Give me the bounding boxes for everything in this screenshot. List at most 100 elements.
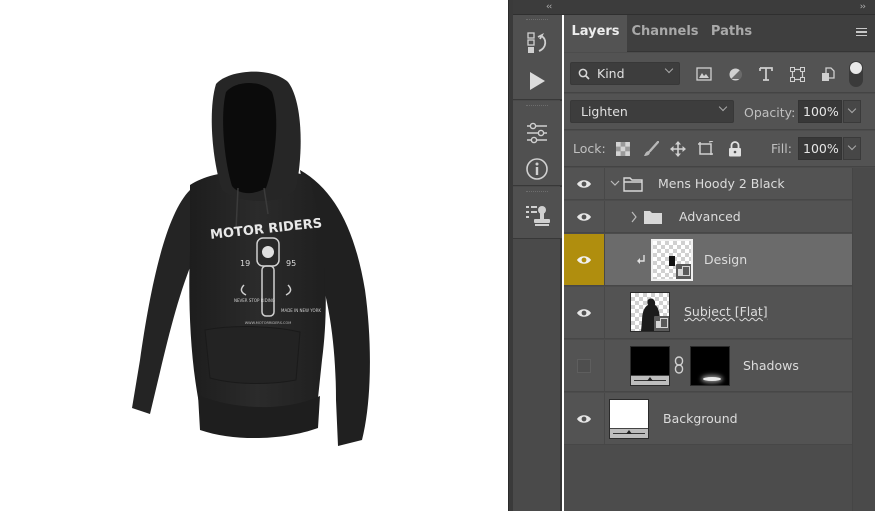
fill-dropdown-button[interactable] — [843, 137, 861, 160]
folder-open-icon — [623, 177, 643, 192]
filter-toggle-switch[interactable] — [849, 61, 863, 87]
opacity-label: Opacity: — [744, 105, 796, 120]
panel-tabs: Layers Channels Paths — [564, 15, 875, 52]
design-mini-preview — [669, 256, 675, 266]
document-canvas[interactable]: MOTOR RIDERS 19 95 NEVER STOP RIDING MAD… — [0, 0, 508, 511]
layer-row-shadows[interactable]: Shadows — [564, 340, 852, 392]
lock-artboard-button[interactable] — [697, 140, 715, 158]
history-icon — [527, 32, 547, 53]
grip-handle[interactable] — [526, 19, 548, 21]
tab-layers[interactable]: Layers — [564, 15, 627, 52]
filter-type-layers-button[interactable] — [757, 65, 775, 83]
clone-source-button[interactable] — [522, 201, 552, 229]
visibility-toggle[interactable] — [564, 168, 605, 199]
eye-icon — [577, 255, 591, 264]
artboard-crop-icon — [698, 141, 714, 155]
move-arrows-icon — [670, 141, 686, 157]
panel-header-bar: ‹‹ ›› — [513, 0, 875, 15]
opacity-input[interactable]: 100% — [798, 100, 842, 123]
eye-icon — [577, 308, 591, 317]
padlock-icon — [729, 141, 741, 157]
layer-name: Design — [704, 252, 748, 267]
print-year-left: 19 — [240, 259, 250, 268]
filter-adjustment-layers-button[interactable] — [726, 65, 744, 83]
adjustment-filter-icon — [729, 68, 742, 80]
filter-pixel-layers-button[interactable] — [695, 65, 713, 83]
fill-label: Fill: — [771, 141, 792, 156]
blend-mode-select[interactable]: Lighten — [570, 100, 734, 123]
opacity-dropdown-button[interactable] — [843, 100, 861, 123]
actions-button[interactable] — [522, 67, 552, 95]
filter-smart-objects-button[interactable] — [819, 65, 837, 83]
link-chain-icon[interactable] — [674, 356, 684, 374]
layer-name: Mens Hoody 2 Black — [658, 176, 785, 191]
chevron-down-icon — [718, 102, 728, 112]
adjustments-sliders-icon — [527, 122, 547, 144]
layer-row-design[interactable]: Design — [564, 234, 852, 286]
image-filter-icon — [696, 67, 712, 81]
layers-panel: Layers Channels Paths Kind Lighten Opaci… — [564, 15, 875, 511]
layer-row-background[interactable]: Background — [564, 393, 852, 445]
smart-object-badge-icon — [654, 316, 669, 331]
eye-icon — [577, 414, 591, 423]
checkerboard-icon — [616, 142, 630, 156]
collapse-left-button[interactable]: ‹‹ — [546, 0, 552, 15]
filter-kind-select[interactable]: Kind — [570, 62, 680, 85]
layer-row-mens-hoody-group[interactable]: Mens Hoody 2 Black — [564, 168, 852, 200]
layer-row-advanced-group[interactable]: Advanced — [564, 201, 852, 233]
visibility-toggle[interactable] — [564, 201, 605, 232]
dock-group-3 — [513, 187, 562, 239]
layer-name: Advanced — [679, 209, 741, 224]
chevron-down-icon[interactable] — [610, 179, 620, 187]
layer-name: Shadows — [743, 358, 799, 373]
lock-image-pixels-button[interactable] — [642, 140, 660, 158]
smart-object-filter-icon — [822, 66, 835, 81]
chevron-right-icon[interactable] — [630, 211, 638, 223]
adjustments-button[interactable] — [522, 119, 552, 147]
visibility-toggle[interactable] — [564, 287, 605, 338]
layer-thumbnail — [609, 399, 649, 439]
layer-thumbnail — [630, 292, 670, 332]
panel-dock-strip — [513, 15, 562, 511]
dock-group-2 — [513, 101, 562, 186]
fill-thumb-bar — [631, 375, 669, 385]
visibility-toggle[interactable] — [564, 393, 605, 444]
layer-thumbnail — [630, 346, 670, 386]
grip-handle[interactable] — [526, 191, 548, 193]
layer-thumbnail — [651, 239, 693, 281]
collapse-right-button[interactable]: ›› — [860, 0, 866, 15]
lock-position-button[interactable] — [669, 140, 687, 158]
lock-row: Lock: Fill: 100% — [564, 131, 875, 167]
chevron-down-icon — [664, 64, 674, 74]
layers-scrollbar[interactable] — [852, 168, 875, 511]
layer-name: Subject [Flat] — [684, 304, 768, 319]
play-icon — [530, 72, 545, 90]
hoodie-mockup-image: MOTOR RIDERS 19 95 NEVER STOP RIDING MAD… — [132, 71, 370, 446]
hidden-visibility-box — [577, 358, 591, 373]
print-tagline-left: NEVER STOP RIDING — [234, 298, 275, 303]
photoshop-window: MOTOR RIDERS 19 95 NEVER STOP RIDING MAD… — [0, 0, 875, 511]
clone-source-stamp-icon — [526, 206, 550, 226]
fill-input[interactable]: 100% — [798, 137, 842, 160]
print-footer: WWW.MOTORRIDERS.COM — [245, 321, 292, 325]
layer-mask-thumbnail[interactable] — [690, 346, 730, 386]
visibility-toggle[interactable] — [564, 340, 605, 391]
tab-channels[interactable]: Channels — [627, 15, 703, 52]
search-icon — [578, 68, 590, 80]
panel-menu-icon[interactable] — [856, 28, 867, 36]
lock-all-button[interactable] — [726, 140, 744, 158]
layer-row-subject-flat[interactable]: Subject [Flat] — [564, 287, 852, 339]
filter-shape-layers-button[interactable] — [788, 65, 806, 83]
lock-transparent-pixels-button[interactable] — [614, 140, 632, 158]
fill-thumb-bar — [610, 428, 648, 438]
filter-kind-label: Kind — [597, 66, 625, 81]
history-button[interactable] — [522, 29, 552, 57]
clipping-mask-arrow-icon — [637, 255, 645, 264]
left-sleeve — [132, 190, 195, 414]
grip-handle[interactable] — [526, 105, 548, 107]
tab-paths[interactable]: Paths — [703, 15, 760, 52]
folder-icon — [644, 211, 662, 224]
info-button[interactable] — [522, 155, 552, 183]
smart-object-badge-icon — [676, 264, 691, 279]
visibility-toggle[interactable] — [564, 234, 605, 285]
